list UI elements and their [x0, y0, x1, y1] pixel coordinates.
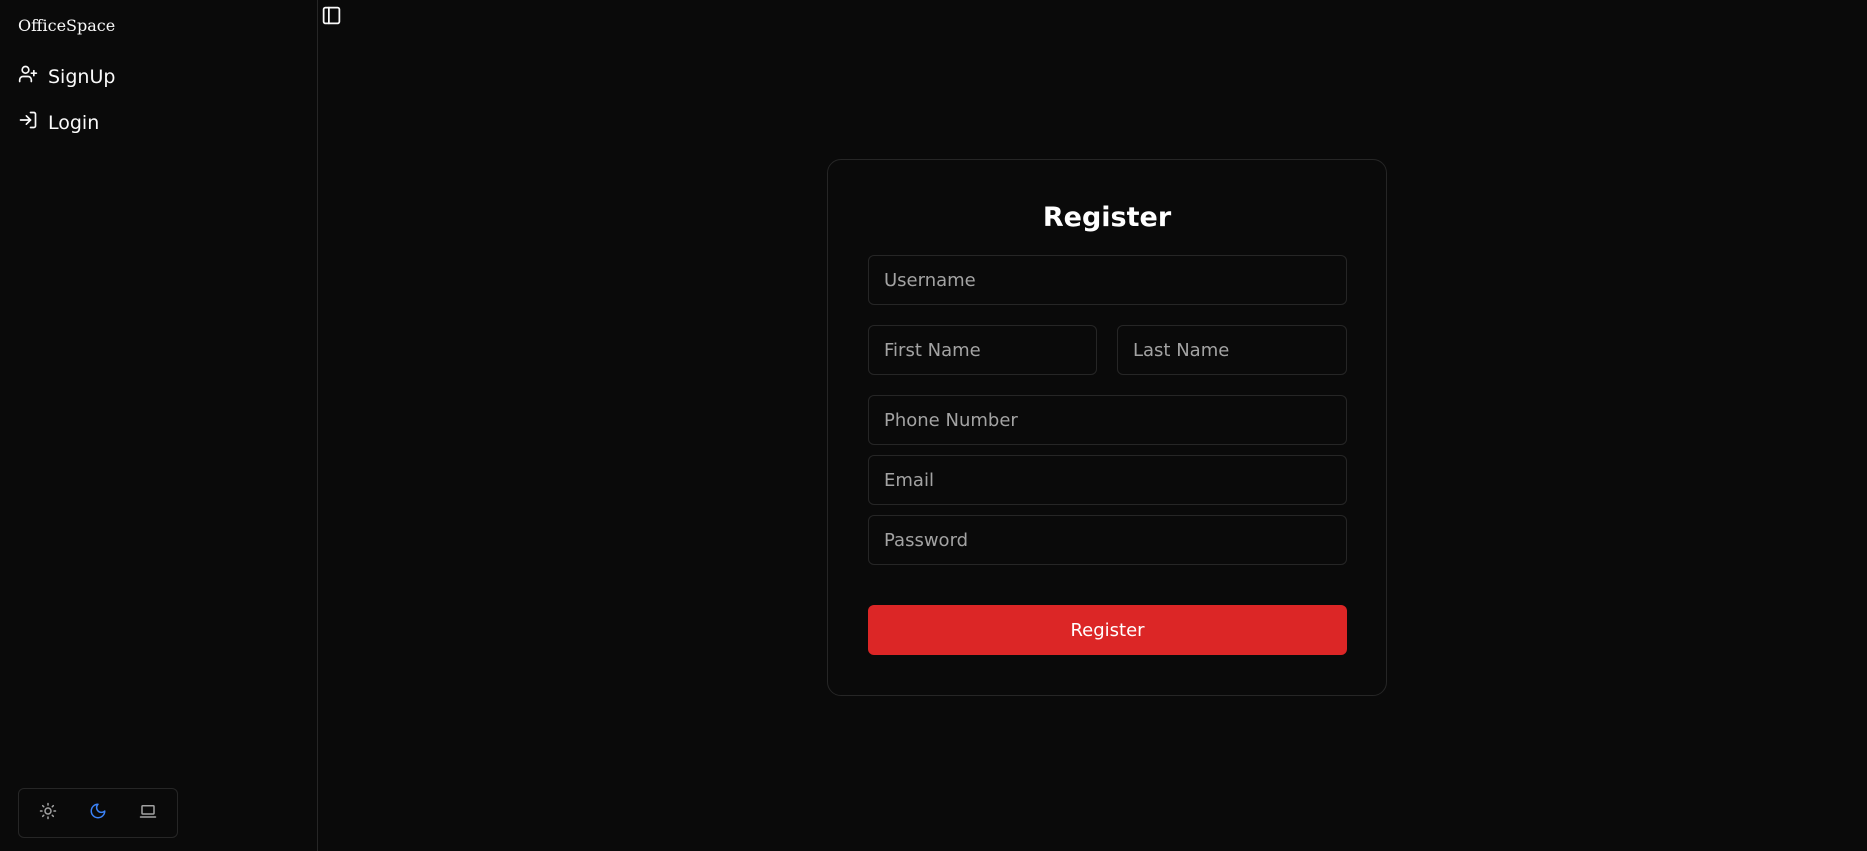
sidebar-item-signup[interactable]: SignUp — [18, 64, 115, 89]
email-input[interactable] — [868, 455, 1347, 505]
theme-system-button[interactable] — [130, 795, 166, 831]
app-root: OfficeSpace SignUp Login Register Userna… — [0, 0, 1867, 851]
sidebar-item-login[interactable]: Login — [18, 110, 99, 135]
first-name-input[interactable] — [868, 325, 1097, 375]
log-in-icon — [18, 110, 38, 135]
password-input[interactable] — [868, 515, 1347, 565]
sun-icon — [39, 802, 57, 824]
theme-light-button[interactable] — [30, 795, 66, 831]
sidebar: OfficeSpace SignUp Login — [0, 0, 318, 851]
register-card: Register Register — [827, 159, 1387, 696]
panel-left-icon — [321, 6, 342, 30]
theme-dark-button[interactable] — [80, 795, 116, 831]
sidebar-item-label: Login — [48, 111, 100, 134]
moon-icon — [89, 802, 107, 824]
laptop-icon — [139, 802, 157, 824]
user-plus-icon — [18, 64, 38, 89]
last-name-input[interactable] — [1117, 325, 1347, 375]
register-title: Register — [1042, 202, 1172, 233]
username-input[interactable] — [868, 255, 1347, 305]
register-button[interactable]: Register — [868, 605, 1347, 655]
brand-title: OfficeSpace — [18, 16, 116, 35]
theme-switcher — [18, 788, 178, 838]
sidebar-toggle-button[interactable] — [321, 5, 342, 27]
sidebar-item-label: SignUp — [48, 65, 116, 88]
phone-number-input[interactable] — [868, 395, 1347, 445]
